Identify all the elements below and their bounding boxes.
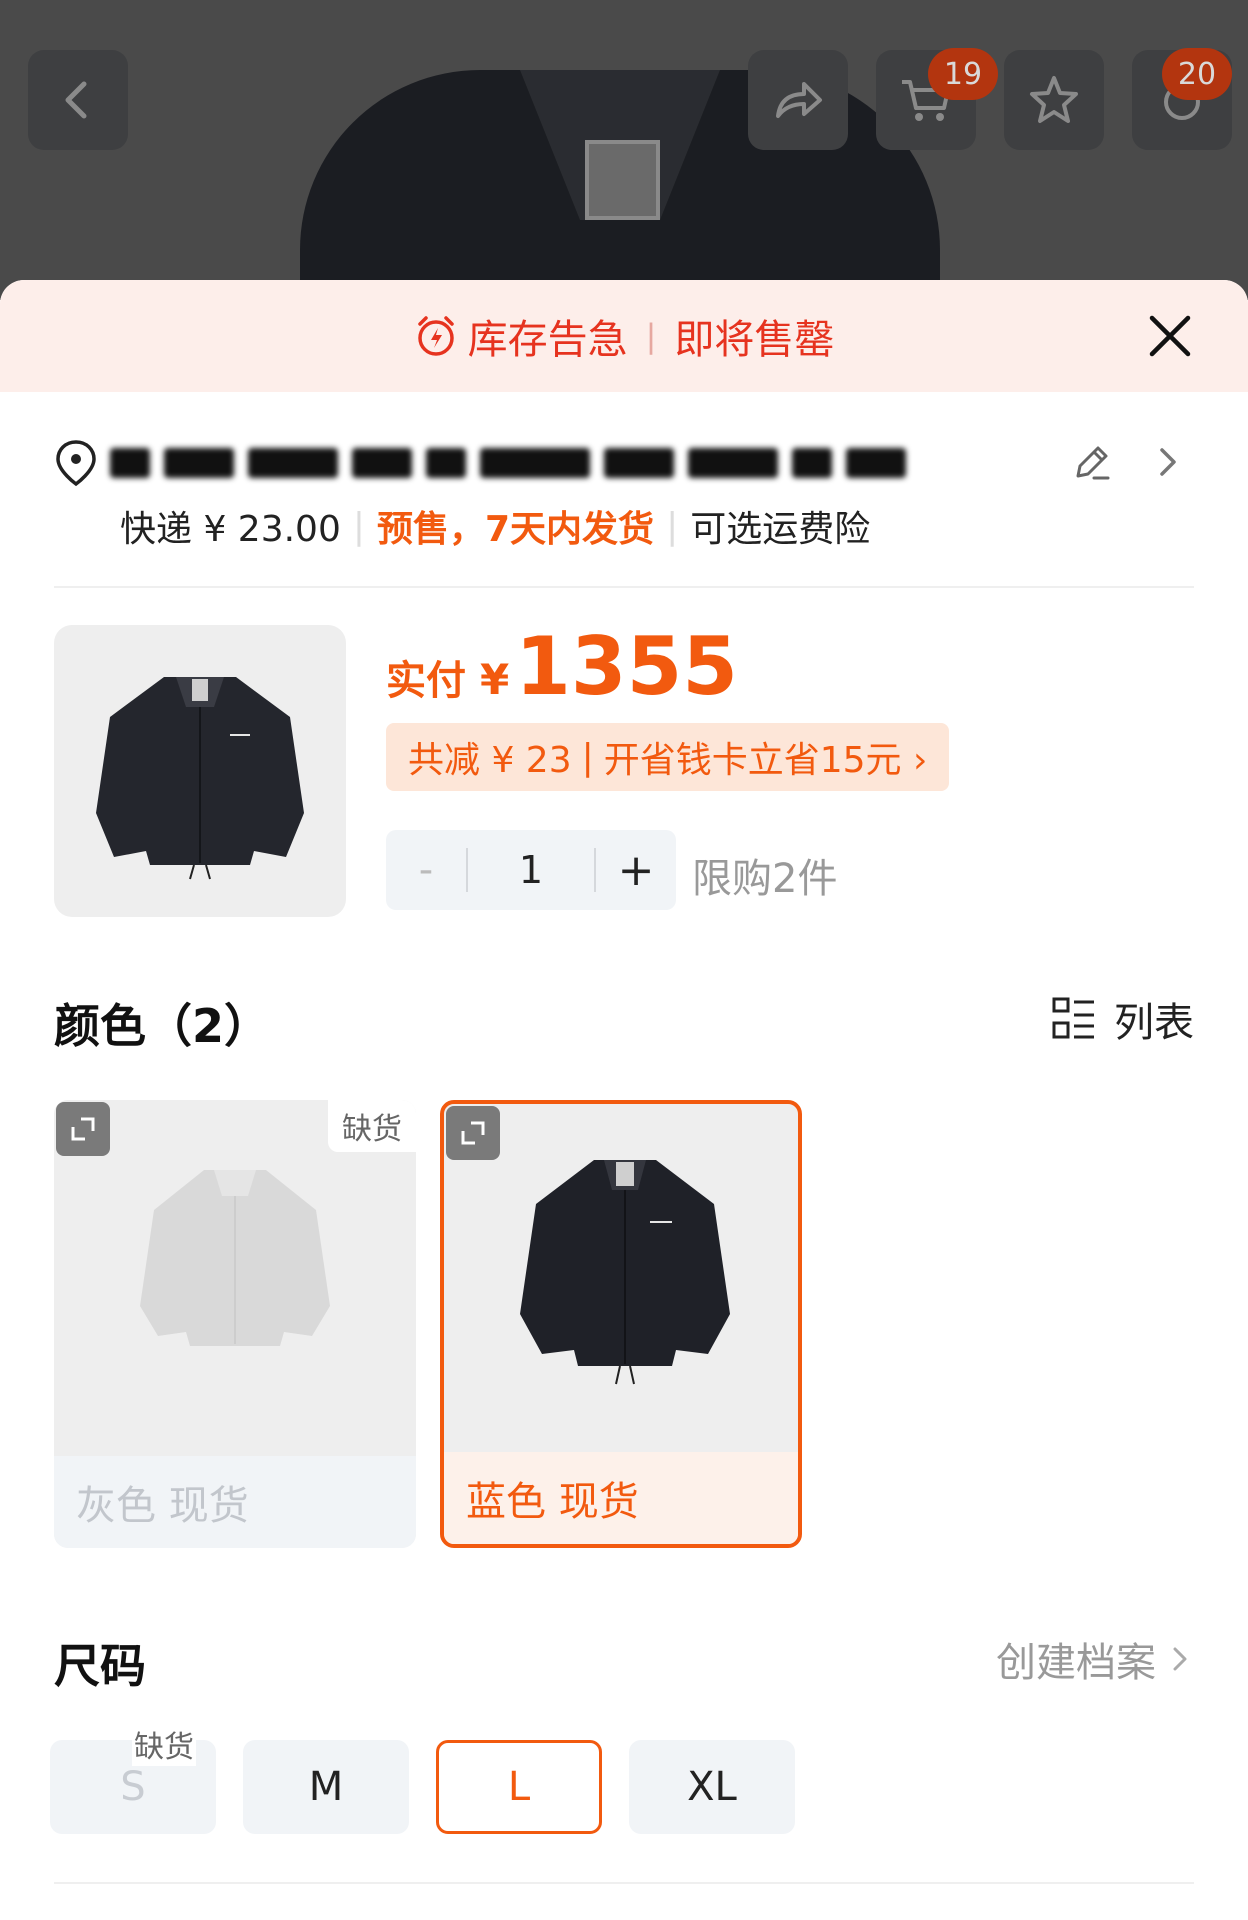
price-value: 1355 [515, 620, 738, 713]
share-icon [776, 82, 822, 118]
chevron-right-icon [1173, 1647, 1187, 1671]
expand-image-button[interactable] [446, 1106, 500, 1160]
promo-banner[interactable]: 共减 ¥ 23 | 开省钱卡立省15元 › [386, 723, 950, 791]
ship-divider: | [666, 505, 679, 547]
list-view-label: 列表 [1114, 1000, 1194, 1046]
stock-alert-text: 库存告急 [467, 317, 628, 363]
product-thumbnail[interactable] [54, 625, 346, 917]
quantity-value[interactable]: 1 [466, 848, 596, 892]
size-out-of-stock-tag: 缺货 [132, 1722, 196, 1766]
size-option-xl[interactable]: XL [629, 1740, 795, 1834]
grey-jacket-illustration [140, 1170, 330, 1346]
location-pin-icon [56, 440, 96, 487]
price-label: 实付 [386, 658, 466, 704]
color-option-label: 蓝色 现货 [444, 1452, 798, 1544]
promo-divider: | [581, 736, 594, 778]
color-section-title: 颜色（2） [54, 999, 271, 1053]
presale-info: 预售，7天内发货 [377, 509, 655, 550]
stock-alert-bar: 库存告急 | 即将售罄 [0, 280, 1248, 392]
blue-jacket-illustration [520, 1160, 730, 1385]
back-button[interactable] [28, 50, 128, 150]
section-divider [54, 1882, 1194, 1884]
create-profile-link[interactable]: 创建档案 [996, 1630, 1194, 1688]
increase-quantity-button[interactable]: + [596, 830, 676, 910]
alert-divider: | [645, 317, 657, 355]
list-view-toggle[interactable]: 列表 [1050, 990, 1194, 1048]
color-option-label: 灰色 现货 [54, 1456, 416, 1548]
ship-divider: | [352, 505, 365, 547]
chevron-right-icon[interactable] [1150, 442, 1186, 482]
favorite-button[interactable] [1004, 50, 1104, 150]
out-of-stock-tag: 缺货 [328, 1100, 416, 1152]
color-option-blue[interactable]: 蓝色 现货 [440, 1100, 802, 1548]
size-option-l[interactable]: L [436, 1740, 602, 1834]
product-hero-image: 19 20 [0, 0, 1248, 300]
shipping-info-line: 快递 ¥ 23.00 | 预售，7天内发货 | 可选运费险 [120, 500, 870, 552]
sku-selector-sheet: 库存告急 | 即将售罄 快递 ¥ 23.00 | 预售，7天内发货 | 可选运费… [0, 280, 1248, 1920]
back-arrow-icon [65, 81, 87, 119]
color-option-grey[interactable]: 缺货 灰色 现货 [54, 1100, 416, 1548]
shipping-address-row[interactable]: 快递 ¥ 23.00 | 预售，7天内发货 | 可选运费险 [54, 430, 1194, 560]
cart-count-badge: 19 [928, 48, 998, 100]
create-profile-label: 创建档案 [996, 1640, 1156, 1686]
section-divider [54, 586, 1194, 588]
cart-button[interactable]: 19 [876, 48, 998, 150]
price-row: 实付 ¥ 1355 [386, 620, 738, 713]
price-currency: ¥ [480, 655, 510, 704]
hero-jacket-tag [585, 140, 660, 220]
grey-jacket-image [54, 1100, 416, 1458]
message-button[interactable]: 20 [1132, 48, 1232, 150]
jacket-thumbnail-image [96, 677, 304, 880]
close-icon[interactable] [1142, 308, 1198, 364]
size-section-title: 尺码 [54, 1639, 146, 1693]
list-view-icon [1052, 997, 1094, 1039]
total-discount: 共减 ¥ 23 [408, 740, 572, 781]
edit-pencil-icon[interactable] [1070, 440, 1114, 484]
blurred-address-text [110, 430, 1010, 500]
share-button[interactable] [748, 50, 848, 150]
quantity-stepper: - 1 + [386, 830, 676, 910]
message-count-badge: 20 [1162, 48, 1232, 100]
purchase-limit-text: 限购2件 [692, 856, 838, 902]
savings-card-offer: 开省钱卡立省15元 › [603, 740, 928, 781]
size-option-m[interactable]: M [243, 1740, 409, 1834]
expand-image-button[interactable] [56, 1102, 110, 1156]
star-icon [1030, 76, 1078, 123]
sellout-alert-text: 即将售罄 [674, 317, 835, 363]
shipping-fee: 快递 ¥ 23.00 [120, 509, 341, 550]
expand-icon [71, 1117, 95, 1141]
expand-icon [461, 1121, 485, 1145]
alarm-clock-icon [417, 316, 454, 356]
shipping-insurance-option[interactable]: 可选运费险 [690, 500, 870, 552]
decrease-quantity-button[interactable]: - [386, 830, 466, 910]
